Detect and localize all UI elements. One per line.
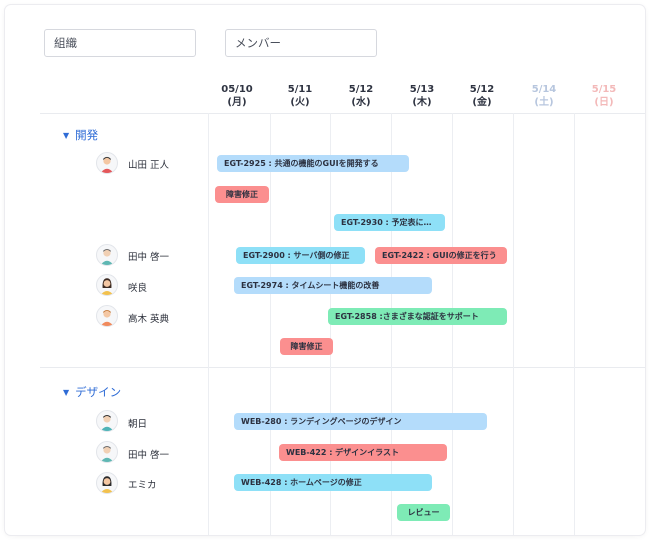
day-gridline bbox=[513, 113, 514, 535]
day-gridline bbox=[574, 113, 575, 535]
day-header-sunday: 5/15 (日) bbox=[591, 84, 617, 108]
task-bar[interactable]: WEB-428 : ホームページの修正 bbox=[234, 474, 432, 491]
group-toggle-development[interactable]: ▼ 開発 bbox=[63, 127, 98, 143]
group-toggle-design[interactable]: ▼ デザイン bbox=[63, 384, 121, 400]
day-header: 05/10 (月) bbox=[221, 84, 253, 108]
day-header: 5/13 (木) bbox=[409, 84, 435, 108]
member-name: 田中 啓一 bbox=[128, 450, 170, 461]
day-gridline bbox=[270, 113, 271, 535]
person-avatar-teal-shirt bbox=[96, 410, 118, 432]
task-bar[interactable]: WEB-280 : ランディングページのデザイン bbox=[234, 413, 487, 430]
member-name: 朝日 bbox=[128, 419, 148, 430]
task-bar[interactable]: 障害修正 bbox=[215, 186, 269, 203]
task-bar[interactable]: EGT-2422 : GUIの修正を行う bbox=[375, 247, 507, 264]
person-avatar-long-hair bbox=[96, 274, 118, 296]
member-name: 高木 英典 bbox=[128, 314, 170, 325]
person-avatar-orange-shirt bbox=[96, 305, 118, 327]
task-bar[interactable]: EGT-2974 : タイムシート機能の改善 bbox=[234, 277, 432, 294]
person-avatar-red-shirt bbox=[96, 152, 118, 174]
organization-filter-input[interactable] bbox=[44, 29, 196, 57]
day-header: 5/12 (水) bbox=[348, 84, 374, 108]
member-filter-input[interactable] bbox=[225, 29, 377, 57]
group-divider bbox=[40, 367, 645, 368]
day-header: 5/11 (火) bbox=[287, 84, 313, 108]
header-divider bbox=[40, 113, 645, 114]
member-name: 山田 正人 bbox=[128, 160, 170, 171]
day-gridline bbox=[208, 113, 209, 535]
person-avatar-teal-shirt bbox=[96, 441, 118, 463]
task-bar[interactable]: 障害修正 bbox=[280, 338, 333, 355]
member-name: 田中 啓一 bbox=[128, 252, 170, 263]
member-name: エミカ bbox=[128, 480, 157, 491]
task-bar[interactable]: EGT-2900 : サーバ側の修正 bbox=[236, 247, 365, 264]
task-bar[interactable]: WEB-422 : デザインイラスト bbox=[279, 444, 447, 461]
task-bar[interactable]: レビュー bbox=[397, 504, 450, 521]
caret-down-icon: ▼ bbox=[63, 130, 70, 140]
group-label: デザイン bbox=[75, 385, 122, 399]
day-header-saturday: 5/14 (土) bbox=[531, 84, 557, 108]
group-label: 開発 bbox=[75, 128, 99, 142]
task-bar[interactable]: EGT-2925 : 共通の機能のGUIを開発する bbox=[217, 155, 409, 172]
day-header: 5/12 (金) bbox=[469, 84, 495, 108]
member-name: 咲良 bbox=[128, 283, 148, 294]
task-bar[interactable]: EGT-2858 :さまざまな認証をサポート bbox=[328, 308, 507, 325]
schedule-panel: 05/10(月) 5/11(火) 5/12(水) 5/13(木) 5/12(金)… bbox=[5, 5, 645, 535]
person-avatar-long-hair bbox=[96, 472, 118, 494]
caret-down-icon: ▼ bbox=[63, 387, 70, 397]
task-bar[interactable]: EGT-2930 : 予定表にカレンダー表示を追加 bbox=[334, 214, 445, 231]
person-avatar-teal-shirt bbox=[96, 244, 118, 266]
